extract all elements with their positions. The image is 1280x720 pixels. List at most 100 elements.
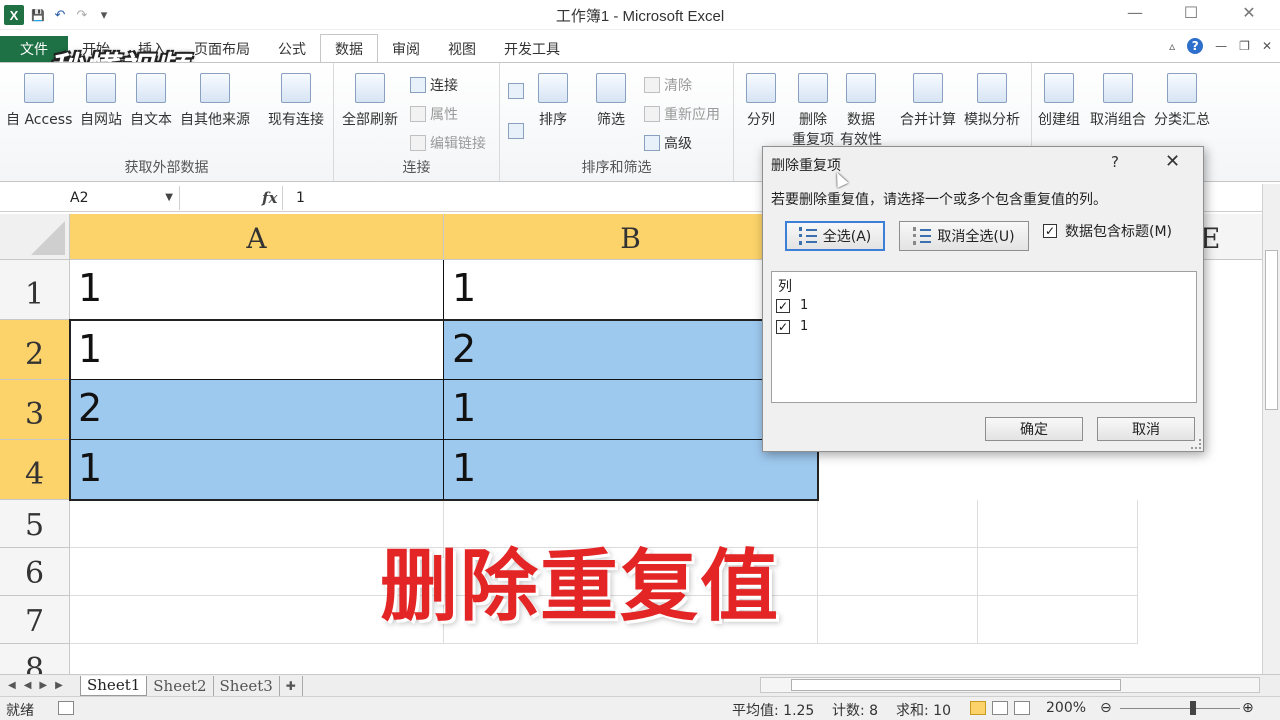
cell-c7[interactable] — [818, 596, 978, 644]
select-all-button[interactable]: 全选(A) — [785, 221, 885, 251]
tab-view[interactable]: 视图 — [434, 36, 490, 62]
dialog-close-icon[interactable]: ✕ — [1165, 151, 1180, 172]
normal-view-icon[interactable] — [970, 701, 986, 715]
row-header-5[interactable]: 5 — [0, 500, 70, 548]
filter-button[interactable]: 筛选 — [596, 73, 626, 129]
cell-d5[interactable] — [978, 500, 1138, 548]
properties-button[interactable]: 属性 — [410, 104, 458, 124]
cancel-button[interactable]: 取消 — [1097, 417, 1195, 441]
formula-input[interactable]: 1 — [296, 186, 305, 210]
consolidate-button[interactable]: 合并计算 — [900, 73, 956, 129]
resize-grip-icon[interactable] — [1191, 439, 1201, 449]
redo-icon[interactable]: ↷ — [74, 8, 90, 23]
cell-d6[interactable] — [978, 548, 1138, 596]
insert-function-icon[interactable]: fx — [262, 186, 277, 210]
maximize-button[interactable]: ☐ — [1162, 2, 1220, 26]
zoom-slider-thumb[interactable] — [1190, 701, 1196, 715]
cell-d7[interactable] — [978, 596, 1138, 644]
sort-ascending-button[interactable] — [508, 83, 524, 99]
cell-a2[interactable]: 1 — [70, 320, 444, 380]
workbook-restore-icon[interactable]: ❐ — [1239, 39, 1250, 53]
cell-c6[interactable] — [818, 548, 978, 596]
sort-button[interactable]: 排序 — [538, 73, 568, 129]
workbook-minimize-icon[interactable]: — — [1215, 39, 1227, 53]
column-checkbox-icon[interactable]: ✓ — [776, 298, 790, 313]
sheet-tab-sheet2[interactable]: Sheet2 — [147, 675, 214, 696]
row-header-3[interactable]: 3 — [0, 380, 70, 440]
clear-filter-button[interactable]: 清除 — [644, 75, 692, 95]
tab-developer[interactable]: 开发工具 — [490, 36, 574, 62]
remove-duplicates-button[interactable]: 删除 重复项 — [792, 73, 834, 149]
tab-formulas[interactable]: 公式 — [264, 36, 320, 62]
refresh-all-button[interactable]: 全部刷新 — [342, 73, 398, 129]
minimize-button[interactable]: — — [1106, 2, 1164, 26]
last-sheet-icon[interactable]: ▶ — [55, 680, 63, 691]
name-box[interactable]: A2 ▼ — [0, 186, 180, 210]
sheet-tab-sheet1[interactable]: Sheet1 — [80, 675, 148, 696]
page-layout-view-icon[interactable] — [992, 701, 1008, 715]
list-item[interactable]: ✓ 1 — [776, 298, 808, 313]
vertical-scroll-thumb[interactable] — [1265, 250, 1278, 410]
list-item[interactable]: ✓ 1 — [776, 319, 808, 334]
cell-a4[interactable]: 1 — [70, 440, 444, 500]
vertical-scrollbar[interactable] — [1262, 184, 1280, 674]
collapse-ribbon-icon[interactable]: ▵ — [1169, 39, 1175, 53]
from-access-button[interactable]: 自 Access — [6, 73, 72, 129]
text-to-columns-button[interactable]: 分列 — [746, 73, 776, 129]
advanced-filter-button[interactable]: 高级 — [644, 133, 692, 153]
ok-button[interactable]: 确定 — [985, 417, 1083, 441]
data-validation-button[interactable]: 数据 有效性 — [840, 73, 882, 149]
close-button[interactable]: ✕ — [1220, 2, 1278, 26]
select-all-corner[interactable] — [0, 214, 70, 260]
save-icon[interactable]: 💾 — [30, 9, 46, 22]
row-header-6[interactable]: 6 — [0, 548, 70, 596]
excel-logo-icon[interactable]: X — [4, 5, 24, 25]
tab-review[interactable]: 审阅 — [378, 36, 434, 62]
connections-button[interactable]: 连接 — [410, 75, 458, 95]
customize-qat-icon[interactable]: ▾ — [96, 8, 112, 23]
row-header-4[interactable]: 4 — [0, 440, 70, 500]
what-if-analysis-button[interactable]: 模拟分析 — [964, 73, 1020, 129]
help-icon[interactable]: ? — [1187, 38, 1204, 54]
page-break-view-icon[interactable] — [1014, 701, 1030, 715]
first-sheet-icon[interactable]: ◀ — [8, 680, 16, 691]
zoom-out-icon[interactable]: ⊖ — [1100, 700, 1112, 716]
zoom-in-icon[interactable]: ⊕ — [1242, 700, 1254, 716]
sort-descending-button[interactable] — [508, 123, 524, 139]
ungroup-button[interactable]: 取消组合 — [1090, 73, 1146, 129]
from-web-button[interactable]: 自网站 — [80, 73, 122, 129]
sheet-tab-sheet3[interactable]: Sheet3 — [214, 675, 280, 696]
cell-a1[interactable]: 1 — [70, 260, 444, 320]
dialog-help-icon[interactable]: ? — [1111, 153, 1119, 171]
horizontal-scroll-thumb[interactable] — [791, 679, 1121, 691]
row-header-8[interactable]: 8 — [0, 644, 70, 674]
row-header-2[interactable]: 2 — [0, 320, 70, 380]
insert-sheet-icon[interactable]: ✚ — [280, 675, 303, 696]
group-button[interactable]: 创建组 — [1038, 73, 1080, 129]
from-other-sources-button[interactable]: 自其他来源 — [180, 73, 250, 129]
zoom-slider-track[interactable] — [1120, 708, 1240, 709]
subtotal-button[interactable]: 分类汇总 — [1154, 73, 1210, 129]
tab-page-layout[interactable]: 页面布局 — [180, 36, 264, 62]
edit-links-button[interactable]: 编辑链接 — [410, 133, 486, 153]
has-headers-checkbox[interactable]: ✓ 数据包含标题(M) — [1043, 221, 1172, 241]
row-header-1[interactable]: 1 — [0, 260, 70, 320]
next-sheet-icon[interactable]: ▶ — [39, 680, 47, 691]
unselect-all-button[interactable]: 取消全选(U) — [899, 221, 1029, 251]
macro-record-icon[interactable] — [58, 701, 74, 715]
workbook-close-icon[interactable]: ✕ — [1262, 39, 1272, 53]
name-box-dropdown-icon[interactable]: ▼ — [165, 186, 173, 210]
reapply-button[interactable]: 重新应用 — [644, 104, 720, 124]
tab-data[interactable]: 数据 — [320, 34, 378, 62]
undo-icon[interactable]: ↶ — [52, 8, 68, 23]
prev-sheet-icon[interactable]: ◀ — [24, 680, 32, 691]
cell-c5[interactable] — [818, 500, 978, 548]
zoom-level[interactable]: 200% — [1046, 700, 1086, 716]
from-text-button[interactable]: 自文本 — [130, 73, 172, 129]
cell-a3[interactable]: 2 — [70, 380, 444, 440]
existing-connections-button[interactable]: 现有连接 — [268, 73, 324, 129]
horizontal-scrollbar[interactable] — [760, 677, 1260, 693]
row-header-7[interactable]: 7 — [0, 596, 70, 644]
column-header-a[interactable]: A — [70, 214, 444, 260]
column-checkbox-icon[interactable]: ✓ — [776, 319, 790, 334]
